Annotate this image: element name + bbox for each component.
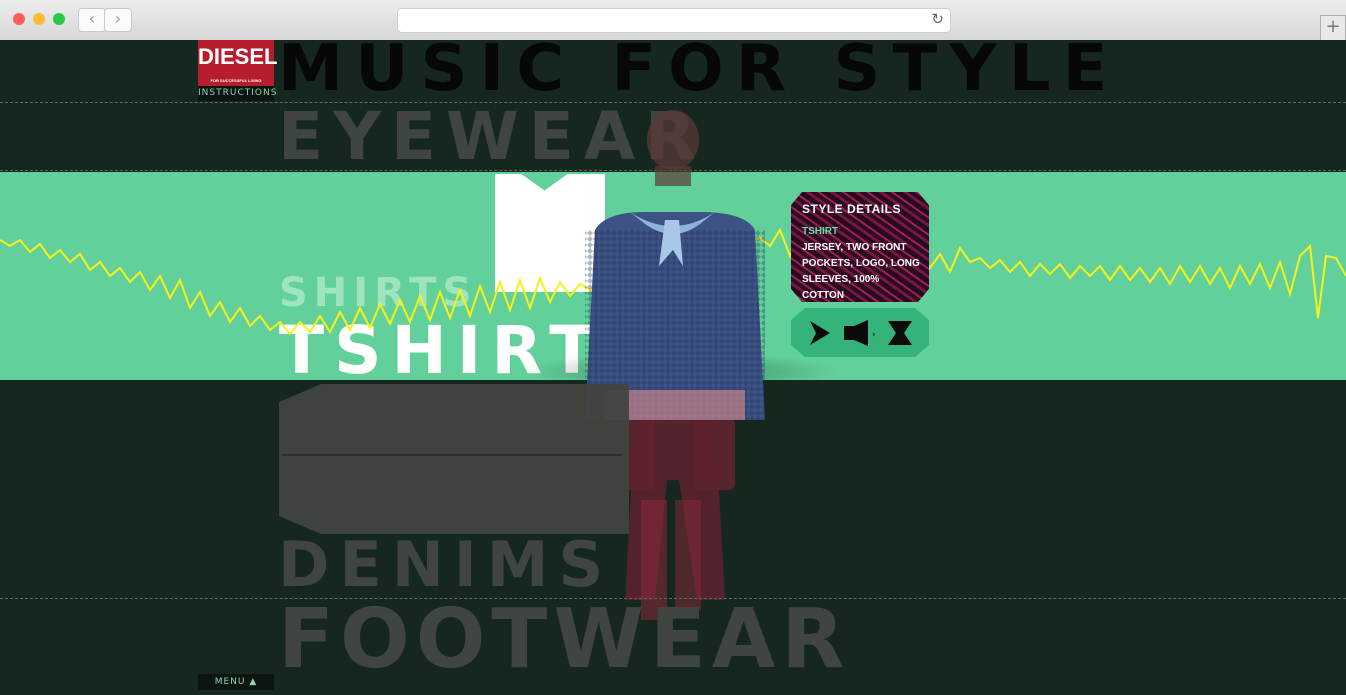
new-tab-button[interactable]: +: [1320, 15, 1346, 41]
logo-text: DIESEL: [198, 44, 278, 69]
maximize-window-button[interactable]: [53, 13, 65, 25]
logo-tagline: FOR SUCCESSFUL LIVING: [210, 78, 262, 83]
player-controls: ›: [791, 308, 929, 357]
back-button[interactable]: ‹: [78, 8, 106, 32]
instructions-button[interactable]: INSTRUCTIONS: [198, 86, 276, 101]
style-item-description: JERSEY, TWO FRONT POCKETS, LOGO, LONG SL…: [802, 242, 920, 301]
category-footwear[interactable]: FOOTWEAR: [278, 592, 850, 687]
close-window-button[interactable]: [13, 13, 25, 25]
style-details-panel: STYLE DETAILS TSHIRT JERSEY, TWO FRONT P…: [791, 192, 929, 302]
speaker-icon[interactable]: ›: [844, 320, 878, 346]
play-icon[interactable]: [808, 319, 832, 347]
browser-toolbar: ‹ › ↻ +: [0, 0, 1346, 41]
category-row-denims[interactable]: DENIMS: [0, 380, 1346, 601]
menu-label: MENU: [214, 677, 246, 687]
minimize-window-button[interactable]: [33, 13, 45, 25]
decorative-shape: [279, 384, 629, 534]
menu-button[interactable]: MENU ▲: [198, 674, 274, 690]
reload-icon[interactable]: ↻: [931, 10, 944, 28]
decorative-line: [282, 454, 622, 456]
style-item-name: TSHIRT: [802, 226, 839, 237]
address-bar[interactable]: ↻: [397, 8, 951, 33]
diesel-logo[interactable]: DIESEL FOR SUCCESSFUL LIVING: [198, 40, 278, 86]
svg-text:›: ›: [872, 330, 876, 340]
page: MUSIC FOR STYLE DIESEL FOR SUCCESSFUL LI…: [0, 40, 1346, 695]
forward-button[interactable]: ›: [104, 8, 132, 32]
category-denims[interactable]: DENIMS: [278, 528, 613, 601]
style-details-title: STYLE DETAILS: [802, 202, 901, 216]
bowtie-close-icon[interactable]: [888, 321, 914, 345]
chevron-up-icon: ▲: [249, 677, 258, 687]
